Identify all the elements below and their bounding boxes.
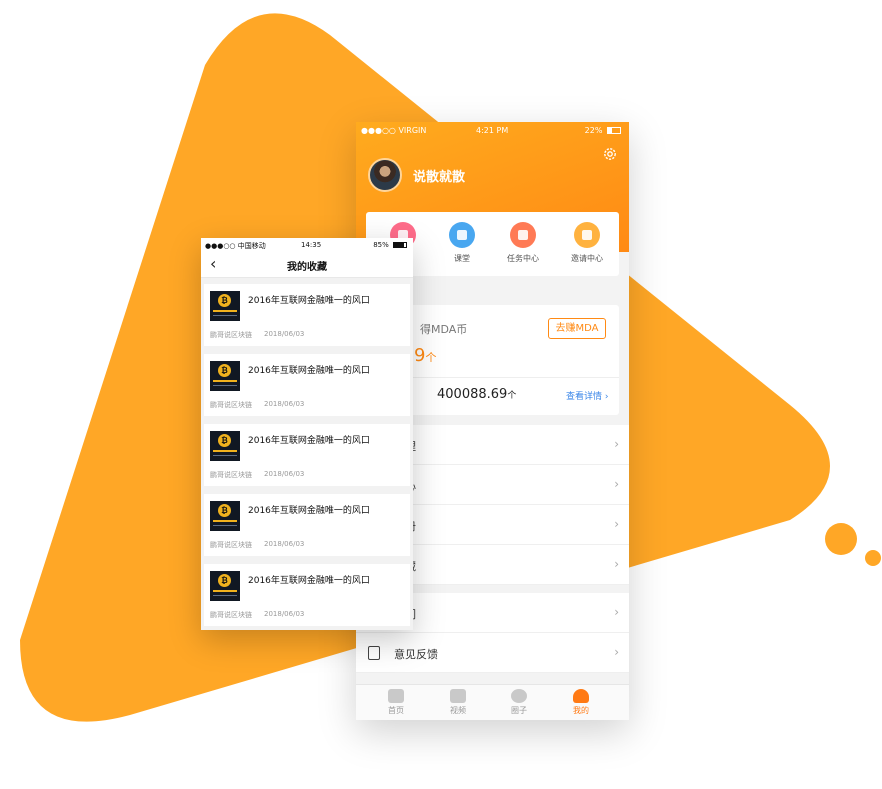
favorites-phone-screen: ●●●○○ 中国移动 14:35 85% ‹ 我的收藏 ₿ 2016年互联网金融… — [201, 238, 413, 630]
settings-gear-icon[interactable] — [602, 146, 618, 162]
classroom-icon — [449, 222, 475, 248]
list-item[interactable]: ₿ 2016年互联网金融唯一的风口 鹏哥说区块链 2018/06/03 — [204, 494, 410, 556]
article-title: 2016年互联网金融唯一的风口 — [248, 506, 370, 516]
view-details-link[interactable]: 查看详情 › — [566, 389, 608, 402]
mda-amount-value: 9 — [414, 345, 426, 366]
article-thumbnail: ₿ — [210, 291, 240, 321]
bitcoin-icon: ₿ — [218, 504, 231, 517]
circle-icon — [511, 689, 527, 703]
bitcoin-icon: ₿ — [218, 294, 231, 307]
menu-item-label: 意见反馈 — [394, 648, 438, 661]
clipboard-icon — [510, 222, 536, 248]
feedback-icon — [368, 646, 380, 660]
status-bar: ●●●○○ VIRGIN 4:21 PM 22% — [356, 122, 629, 140]
chevron-right-icon: › — [614, 645, 619, 659]
list-item[interactable]: ₿ 2016年互联网金融唯一的风口 鹏哥说区块链 2018/06/03 — [204, 354, 410, 416]
article-thumbnail: ₿ — [210, 571, 240, 601]
total-mda-unit: 个 — [507, 391, 517, 401]
battery-icon — [393, 242, 407, 248]
article-source: 鹏哥说区块链 — [210, 401, 252, 409]
person-icon — [573, 689, 589, 703]
tab-label: 视频 — [450, 706, 466, 715]
quick-item-task-center[interactable]: 任务中心 — [493, 222, 553, 264]
article-source: 鹏哥说区块链 — [210, 471, 252, 479]
article-title: 2016年互联网金融唯一的风口 — [248, 436, 370, 446]
tab-label: 首页 — [388, 706, 404, 715]
total-mda: 400088.69个 — [437, 387, 516, 402]
tab-home[interactable]: 首页 — [376, 689, 416, 716]
battery-icon — [607, 127, 621, 134]
page-title: 我的收藏 — [287, 262, 327, 273]
chevron-right-icon: › — [614, 477, 619, 491]
orange-dot-large — [825, 523, 857, 555]
orange-dot-small — [865, 550, 881, 566]
article-date: 2018/06/03 — [264, 330, 305, 338]
quick-item-label: 邀请中心 — [571, 254, 603, 263]
nav-bar: ‹ 我的收藏 — [201, 252, 413, 278]
carrier-label: ●●●○○ 中国移动 — [205, 242, 266, 250]
carrier-label: ●●●○○ VIRGIN — [361, 126, 427, 135]
bitcoin-icon: ₿ — [218, 574, 231, 587]
menu-item-feedback[interactable]: 意见反馈 › — [356, 633, 629, 673]
article-title: 2016年互联网金融唯一的风口 — [248, 366, 370, 376]
status-bar: ●●●○○ 中国移动 14:35 85% — [201, 238, 413, 252]
article-date: 2018/06/03 — [264, 540, 305, 548]
article-title: 2016年互联网金融唯一的风口 — [248, 576, 370, 586]
earn-mda-button[interactable]: 去赚MDA — [548, 318, 606, 339]
envelope-icon — [574, 222, 600, 248]
total-mda-value: 400088.69 — [437, 387, 508, 402]
favorites-list: ₿ 2016年互联网金融唯一的风口 鹏哥说区块链 2018/06/03 ₿ 20… — [204, 284, 410, 630]
chevron-right-icon: › — [614, 437, 619, 451]
list-item[interactable]: ₿ 2016年互联网金融唯一的风口 鹏哥说区块链 2018/06/03 — [204, 424, 410, 486]
bottom-tab-bar: 首页 视频 圈子 我的 — [356, 684, 629, 720]
quick-item-label: 任务中心 — [507, 254, 539, 263]
mda-label: 得MDA币 — [420, 323, 468, 336]
username: 说散就散 — [413, 170, 466, 185]
article-thumbnail: ₿ — [210, 431, 240, 461]
tab-label: 我的 — [573, 706, 589, 715]
article-source: 鹏哥说区块链 — [210, 611, 252, 619]
article-thumbnail: ₿ — [210, 501, 240, 531]
article-date: 2018/06/03 — [264, 470, 305, 478]
tab-video[interactable]: 视频 — [438, 689, 478, 716]
battery-percent: 22% — [584, 126, 603, 135]
article-source: 鹏哥说区块链 — [210, 331, 252, 339]
list-item[interactable]: ₿ 2016年互联网金融唯一的风口 鹏哥说区块链 2018/06/03 — [204, 284, 410, 346]
article-source: 鹏哥说区块链 — [210, 541, 252, 549]
mda-amount-unit: 个 — [425, 351, 437, 364]
status-time: 14:35 — [301, 241, 322, 249]
bitcoin-icon: ₿ — [218, 364, 231, 377]
tab-mine[interactable]: 我的 — [561, 689, 601, 716]
bitcoin-icon: ₿ — [218, 434, 231, 447]
mda-amount: 9个 — [414, 345, 436, 366]
battery-percent: 85% — [373, 241, 389, 249]
chevron-right-icon: › — [614, 557, 619, 571]
chevron-right-icon: › — [614, 605, 619, 619]
list-item[interactable]: ₿ 2016年互联网金融唯一的风口 鹏哥说区块链 2018/06/03 — [204, 564, 410, 626]
article-title: 2016年互联网金融唯一的风口 — [248, 296, 370, 306]
tab-circle[interactable]: 圈子 — [499, 689, 539, 716]
battery-status: 22% — [585, 126, 621, 135]
video-icon — [450, 689, 466, 703]
avatar[interactable] — [368, 158, 402, 192]
chevron-right-icon: › — [614, 517, 619, 531]
tab-label: 圈子 — [511, 706, 527, 715]
article-date: 2018/06/03 — [264, 400, 305, 408]
quick-item-label: 课堂 — [454, 254, 470, 263]
article-thumbnail: ₿ — [210, 361, 240, 391]
quick-item-classroom[interactable]: 课堂 — [432, 222, 492, 264]
quick-item-invite-center[interactable]: 邀请中心 — [557, 222, 617, 264]
article-date: 2018/06/03 — [264, 610, 305, 618]
status-time: 4:21 PM — [476, 126, 509, 135]
battery-status: 85% — [373, 241, 407, 249]
home-icon — [388, 689, 404, 703]
